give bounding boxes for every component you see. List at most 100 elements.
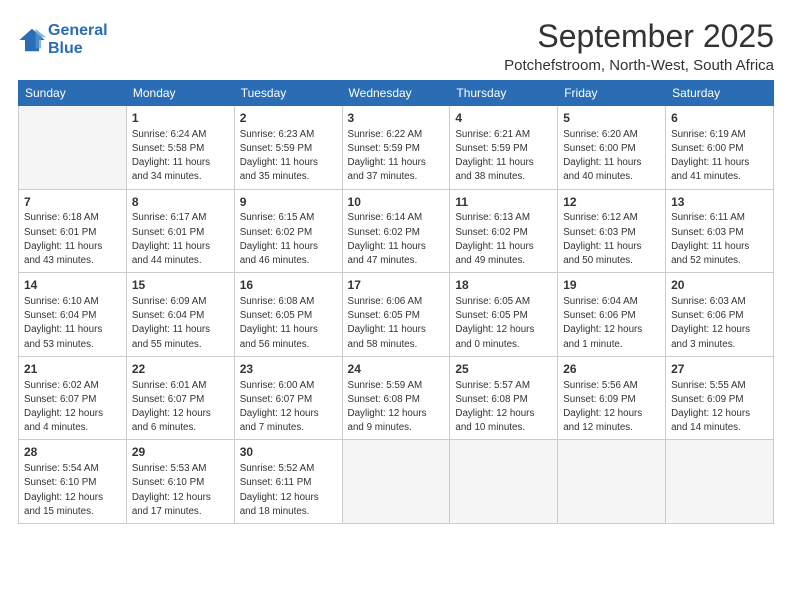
page: General Blue September 2025 Potchefstroo… [0, 0, 792, 534]
day-number: 13 [671, 194, 768, 211]
table-row [342, 440, 450, 524]
table-row [19, 106, 127, 190]
day-number: 24 [348, 361, 445, 378]
table-row [558, 440, 666, 524]
day-number: 15 [132, 277, 229, 294]
calendar: Sunday Monday Tuesday Wednesday Thursday… [18, 80, 774, 524]
day-number: 10 [348, 194, 445, 211]
day-number: 8 [132, 194, 229, 211]
table-row: 2Sunrise: 6:23 AM Sunset: 5:59 PM Daylig… [234, 106, 342, 190]
table-row: 17Sunrise: 6:06 AM Sunset: 6:05 PM Dayli… [342, 273, 450, 357]
day-info: Sunrise: 5:53 AM Sunset: 6:10 PM Dayligh… [132, 462, 229, 519]
table-row: 16Sunrise: 6:08 AM Sunset: 6:05 PM Dayli… [234, 273, 342, 357]
day-info: Sunrise: 6:13 AM Sunset: 6:02 PM Dayligh… [455, 211, 552, 268]
table-row: 3Sunrise: 6:22 AM Sunset: 5:59 PM Daylig… [342, 106, 450, 190]
table-row: 12Sunrise: 6:12 AM Sunset: 6:03 PM Dayli… [558, 189, 666, 273]
day-number: 5 [563, 110, 660, 127]
day-info: Sunrise: 6:06 AM Sunset: 6:05 PM Dayligh… [348, 295, 445, 352]
day-info: Sunrise: 6:12 AM Sunset: 6:03 PM Dayligh… [563, 211, 660, 268]
day-number: 6 [671, 110, 768, 127]
day-number: 16 [240, 277, 337, 294]
week-row: 28Sunrise: 5:54 AM Sunset: 6:10 PM Dayli… [19, 440, 774, 524]
day-info: Sunrise: 5:56 AM Sunset: 6:09 PM Dayligh… [563, 379, 660, 436]
table-row: 23Sunrise: 6:00 AM Sunset: 6:07 PM Dayli… [234, 356, 342, 440]
table-row: 8Sunrise: 6:17 AM Sunset: 6:01 PM Daylig… [126, 189, 234, 273]
day-number: 22 [132, 361, 229, 378]
table-row: 4Sunrise: 6:21 AM Sunset: 5:59 PM Daylig… [450, 106, 558, 190]
table-row [450, 440, 558, 524]
title-block: September 2025 Potchefstroom, North-West… [504, 18, 774, 74]
day-number: 21 [24, 361, 121, 378]
col-thursday: Thursday [450, 81, 558, 106]
day-info: Sunrise: 6:08 AM Sunset: 6:05 PM Dayligh… [240, 295, 337, 352]
week-row: 14Sunrise: 6:10 AM Sunset: 6:04 PM Dayli… [19, 273, 774, 357]
day-info: Sunrise: 5:54 AM Sunset: 6:10 PM Dayligh… [24, 462, 121, 519]
table-row: 27Sunrise: 5:55 AM Sunset: 6:09 PM Dayli… [666, 356, 774, 440]
day-info: Sunrise: 6:20 AM Sunset: 6:00 PM Dayligh… [563, 128, 660, 185]
header: General Blue September 2025 Potchefstroo… [18, 18, 774, 74]
day-number: 1 [132, 110, 229, 127]
day-info: Sunrise: 6:05 AM Sunset: 6:05 PM Dayligh… [455, 295, 552, 352]
table-row: 11Sunrise: 6:13 AM Sunset: 6:02 PM Dayli… [450, 189, 558, 273]
day-info: Sunrise: 6:10 AM Sunset: 6:04 PM Dayligh… [24, 295, 121, 352]
table-row: 7Sunrise: 6:18 AM Sunset: 6:01 PM Daylig… [19, 189, 127, 273]
day-number: 3 [348, 110, 445, 127]
day-info: Sunrise: 6:01 AM Sunset: 6:07 PM Dayligh… [132, 379, 229, 436]
day-info: Sunrise: 5:52 AM Sunset: 6:11 PM Dayligh… [240, 462, 337, 519]
day-number: 7 [24, 194, 121, 211]
logo-text: General Blue [48, 22, 108, 58]
table-row: 22Sunrise: 6:01 AM Sunset: 6:07 PM Dayli… [126, 356, 234, 440]
day-number: 28 [24, 444, 121, 461]
table-row: 10Sunrise: 6:14 AM Sunset: 6:02 PM Dayli… [342, 189, 450, 273]
day-info: Sunrise: 6:18 AM Sunset: 6:01 PM Dayligh… [24, 211, 121, 268]
day-info: Sunrise: 6:21 AM Sunset: 5:59 PM Dayligh… [455, 128, 552, 185]
day-info: Sunrise: 6:14 AM Sunset: 6:02 PM Dayligh… [348, 211, 445, 268]
day-info: Sunrise: 6:15 AM Sunset: 6:02 PM Dayligh… [240, 211, 337, 268]
table-row: 28Sunrise: 5:54 AM Sunset: 6:10 PM Dayli… [19, 440, 127, 524]
day-number: 27 [671, 361, 768, 378]
col-monday: Monday [126, 81, 234, 106]
table-row: 6Sunrise: 6:19 AM Sunset: 6:00 PM Daylig… [666, 106, 774, 190]
table-row: 24Sunrise: 5:59 AM Sunset: 6:08 PM Dayli… [342, 356, 450, 440]
day-number: 30 [240, 444, 337, 461]
day-number: 25 [455, 361, 552, 378]
col-friday: Friday [558, 81, 666, 106]
location-subtitle: Potchefstroom, North-West, South Africa [504, 57, 774, 74]
day-info: Sunrise: 6:24 AM Sunset: 5:58 PM Dayligh… [132, 128, 229, 185]
day-number: 9 [240, 194, 337, 211]
table-row: 18Sunrise: 6:05 AM Sunset: 6:05 PM Dayli… [450, 273, 558, 357]
table-row: 30Sunrise: 5:52 AM Sunset: 6:11 PM Dayli… [234, 440, 342, 524]
day-number: 26 [563, 361, 660, 378]
day-number: 11 [455, 194, 552, 211]
week-row: 21Sunrise: 6:02 AM Sunset: 6:07 PM Dayli… [19, 356, 774, 440]
day-number: 2 [240, 110, 337, 127]
day-number: 19 [563, 277, 660, 294]
day-info: Sunrise: 6:23 AM Sunset: 5:59 PM Dayligh… [240, 128, 337, 185]
table-row: 19Sunrise: 6:04 AM Sunset: 6:06 PM Dayli… [558, 273, 666, 357]
day-number: 23 [240, 361, 337, 378]
table-row: 15Sunrise: 6:09 AM Sunset: 6:04 PM Dayli… [126, 273, 234, 357]
day-info: Sunrise: 6:00 AM Sunset: 6:07 PM Dayligh… [240, 379, 337, 436]
day-info: Sunrise: 5:57 AM Sunset: 6:08 PM Dayligh… [455, 379, 552, 436]
header-row: Sunday Monday Tuesday Wednesday Thursday… [19, 81, 774, 106]
day-number: 18 [455, 277, 552, 294]
day-info: Sunrise: 6:19 AM Sunset: 6:00 PM Dayligh… [671, 128, 768, 185]
table-row: 13Sunrise: 6:11 AM Sunset: 6:03 PM Dayli… [666, 189, 774, 273]
day-number: 12 [563, 194, 660, 211]
table-row: 14Sunrise: 6:10 AM Sunset: 6:04 PM Dayli… [19, 273, 127, 357]
table-row: 5Sunrise: 6:20 AM Sunset: 6:00 PM Daylig… [558, 106, 666, 190]
day-info: Sunrise: 6:04 AM Sunset: 6:06 PM Dayligh… [563, 295, 660, 352]
table-row: 1Sunrise: 6:24 AM Sunset: 5:58 PM Daylig… [126, 106, 234, 190]
day-number: 4 [455, 110, 552, 127]
table-row: 26Sunrise: 5:56 AM Sunset: 6:09 PM Dayli… [558, 356, 666, 440]
day-info: Sunrise: 5:55 AM Sunset: 6:09 PM Dayligh… [671, 379, 768, 436]
day-number: 20 [671, 277, 768, 294]
table-row: 25Sunrise: 5:57 AM Sunset: 6:08 PM Dayli… [450, 356, 558, 440]
day-info: Sunrise: 6:03 AM Sunset: 6:06 PM Dayligh… [671, 295, 768, 352]
day-info: Sunrise: 5:59 AM Sunset: 6:08 PM Dayligh… [348, 379, 445, 436]
week-row: 1Sunrise: 6:24 AM Sunset: 5:58 PM Daylig… [19, 106, 774, 190]
col-wednesday: Wednesday [342, 81, 450, 106]
day-info: Sunrise: 6:02 AM Sunset: 6:07 PM Dayligh… [24, 379, 121, 436]
day-info: Sunrise: 6:11 AM Sunset: 6:03 PM Dayligh… [671, 211, 768, 268]
col-tuesday: Tuesday [234, 81, 342, 106]
